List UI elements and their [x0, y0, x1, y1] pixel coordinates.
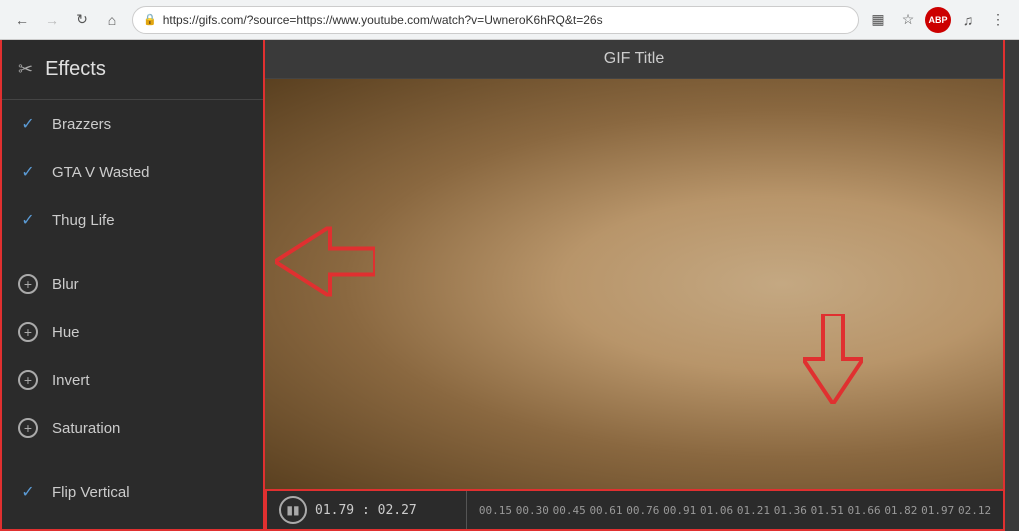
plus-icon-blur: +: [18, 274, 38, 294]
timeline-bar: ▮▮ 01.79 : 02.27 00.15 00.30 00.45 00.61…: [265, 489, 1003, 529]
effect-label-flip: Flip Vertical: [52, 484, 130, 501]
pause-icon: ▮▮: [286, 503, 299, 517]
effect-label-gta: GTA V Wasted: [52, 164, 150, 181]
sidebar-content: ✂ Effects ✓ Brazzers ✓ GTA V Wasted ✓ Th…: [2, 40, 263, 529]
sidebar-item-extra[interactable]: ✓ ...: [2, 516, 263, 529]
page-scrollbar[interactable]: [1005, 40, 1019, 531]
right-panel: GIF Title: [265, 40, 1005, 531]
timeline-ticks[interactable]: 00.15 00.30 00.45 00.61 00.76 00.91 01.0…: [467, 504, 1003, 517]
arrow-left-overlay: [275, 226, 375, 301]
arrow-down-overlay: [803, 314, 863, 409]
effect-label-brazzers: Brazzers: [52, 116, 111, 133]
reload-button[interactable]: ↻: [68, 6, 96, 34]
video-placeholder: [265, 79, 1003, 489]
gif-title: GIF Title: [604, 50, 664, 67]
effect-label-thug: Thug Life: [52, 212, 115, 229]
browser-chrome: ← → ↻ ⌂ 🔒 https://gifs.com/?source=https…: [0, 0, 1019, 40]
scissors-icon: ✂: [18, 59, 33, 80]
scene-background: [265, 79, 1003, 489]
tick-6: 01.06: [698, 504, 735, 517]
sidebar-item-gta-v-wasted[interactable]: ✓ GTA V Wasted: [2, 148, 263, 196]
tick-9: 01.51: [809, 504, 846, 517]
video-area: [265, 79, 1003, 489]
forward-button[interactable]: →: [38, 6, 66, 34]
effects-title: Effects: [45, 58, 106, 81]
play-pause-button[interactable]: ▮▮: [279, 496, 307, 524]
effect-label-invert: Invert: [52, 372, 90, 389]
effects-header: ✂ Effects: [2, 40, 263, 100]
address-bar[interactable]: 🔒 https://gifs.com/?source=https://www.y…: [132, 6, 859, 34]
back-button[interactable]: ←: [8, 6, 36, 34]
sidebar-item-brazzers[interactable]: ✓ Brazzers: [2, 100, 263, 148]
home-button[interactable]: ⌂: [98, 6, 126, 34]
url-text: https://gifs.com/?source=https://www.you…: [163, 13, 848, 27]
check-icon-brazzers: ✓: [18, 114, 38, 134]
check-icon-gta: ✓: [18, 162, 38, 182]
sidebar-item-blur[interactable]: + Blur: [2, 260, 263, 308]
effect-label-blur: Blur: [52, 276, 79, 293]
check-icon-flip: ✓: [18, 482, 38, 502]
tick-13: 02.12: [956, 504, 993, 517]
tick-1: 00.30: [514, 504, 551, 517]
sidebar-item-flip-vertical[interactable]: ✓ Flip Vertical: [2, 468, 263, 516]
sidebar-item-invert[interactable]: + Invert: [2, 356, 263, 404]
sidebar-item-thug-life[interactable]: ✓ Thug Life: [2, 196, 263, 244]
total-time: 02.27: [378, 503, 417, 518]
menu-button[interactable]: ⋮: [985, 7, 1011, 33]
tick-10: 01.66: [846, 504, 883, 517]
tick-7: 01.21: [735, 504, 772, 517]
playback-section: ▮▮ 01.79 : 02.27: [267, 491, 467, 529]
gif-title-bar: GIF Title: [265, 40, 1003, 79]
tick-12: 01.97: [919, 504, 956, 517]
extensions-button[interactable]: ♫: [955, 7, 981, 33]
plus-icon-saturation: +: [18, 418, 38, 438]
nav-buttons: ← → ↻ ⌂: [8, 6, 126, 34]
section-divider-2: [2, 452, 263, 468]
tick-8: 01.36: [772, 504, 809, 517]
sidebar-item-saturation[interactable]: + Saturation: [2, 404, 263, 452]
time-display: 01.79 : 02.27: [315, 503, 417, 518]
tick-3: 00.61: [588, 504, 625, 517]
time-separator: :: [354, 503, 377, 518]
sidebar-item-hue[interactable]: + Hue: [2, 308, 263, 356]
browser-actions: ▦ ☆ ABP ♫ ⋮: [865, 7, 1011, 33]
main-area: ✂ Effects ✓ Brazzers ✓ GTA V Wasted ✓ Th…: [0, 40, 1019, 531]
tick-5: 00.91: [661, 504, 698, 517]
plus-icon-hue: +: [18, 322, 38, 342]
tick-11: 01.82: [882, 504, 919, 517]
cast-button[interactable]: ▦: [865, 7, 891, 33]
section-divider-1: [2, 244, 263, 260]
current-time: 01.79: [315, 503, 354, 518]
plus-icon-invert: +: [18, 370, 38, 390]
tick-4: 00.76: [624, 504, 661, 517]
tick-2: 00.45: [551, 504, 588, 517]
effect-label-hue: Hue: [52, 324, 80, 341]
lock-icon: 🔒: [143, 13, 157, 26]
check-icon-thug: ✓: [18, 210, 38, 230]
effect-label-saturation: Saturation: [52, 420, 120, 437]
bookmark-button[interactable]: ☆: [895, 7, 921, 33]
adblock-button[interactable]: ABP: [925, 7, 951, 33]
sidebar: ✂ Effects ✓ Brazzers ✓ GTA V Wasted ✓ Th…: [0, 40, 265, 531]
tick-0: 00.15: [477, 504, 514, 517]
